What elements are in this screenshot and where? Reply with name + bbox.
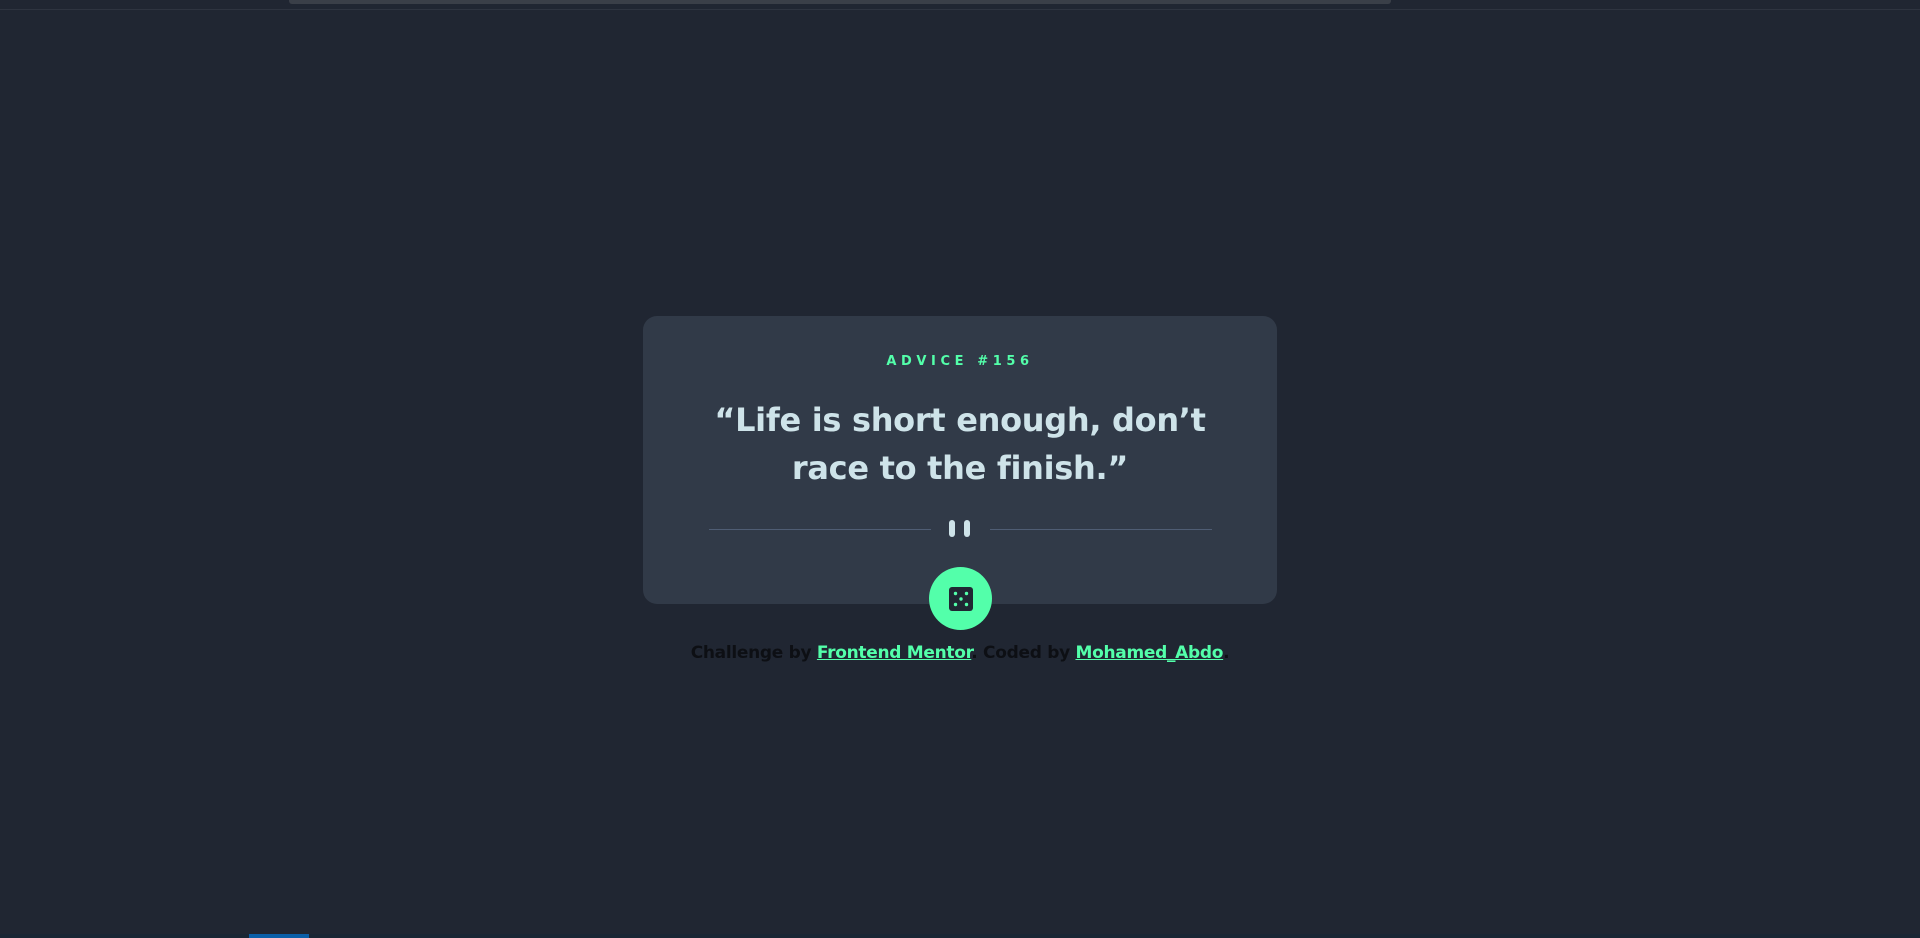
top-bar <box>0 0 1920 10</box>
divider <box>709 516 1212 542</box>
pause-icon <box>949 520 970 537</box>
divider-line-left <box>709 529 931 530</box>
attribution-suffix: . <box>1223 643 1230 663</box>
frontend-mentor-link[interactable]: Frontend Mentor <box>817 643 972 663</box>
advice-id: ADVICE #156 <box>886 354 1034 369</box>
top-scrollbar[interactable] <box>289 0 1391 4</box>
advice-card: ADVICE #156 “Life is short enough, don’t… <box>643 316 1277 604</box>
bottom-bar-accent <box>249 934 309 938</box>
attribution: Challenge by Frontend Mentor. Coded by M… <box>0 643 1920 663</box>
dice-icon <box>948 586 973 611</box>
divider-line-right <box>990 529 1212 530</box>
advice-quote: “Life is short enough, don’t race to the… <box>714 401 1206 487</box>
attribution-prefix: Challenge by <box>690 643 817 663</box>
new-advice-button[interactable] <box>929 567 992 630</box>
author-link[interactable]: Mohamed_Abdo <box>1075 643 1223 663</box>
attribution-separator: . Coded by <box>971 643 1076 663</box>
